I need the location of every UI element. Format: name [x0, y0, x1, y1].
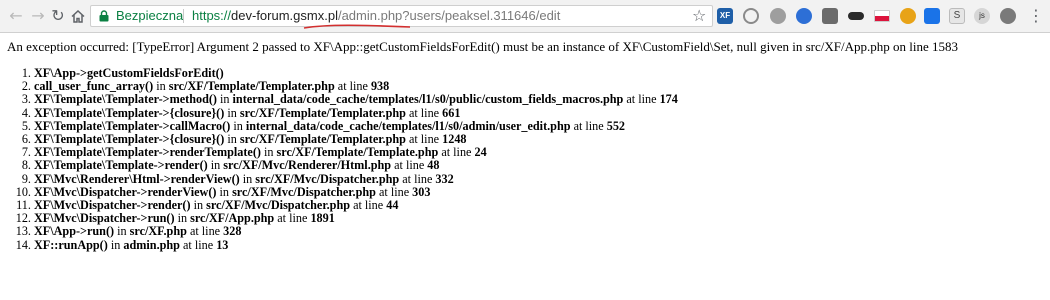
- trace-at-line-label: at line: [179, 237, 217, 252]
- wordpress-extension-icon[interactable]: [743, 8, 759, 24]
- trace-call: XF\Template\Templater->{closure}(): [34, 132, 225, 147]
- trace-at-line-label: at line: [623, 92, 660, 107]
- red-underline-annotation: [303, 24, 411, 29]
- bird-extension-icon[interactable]: [796, 8, 812, 24]
- trace-file: src/XF/Template/Templater.php: [239, 132, 406, 147]
- trace-in-label: in: [207, 158, 224, 173]
- trace-line-number: 938: [370, 79, 390, 94]
- trace-line-number: 1891: [310, 211, 335, 226]
- trace-at-line-label: at line: [334, 79, 371, 94]
- trace-line-number: 328: [223, 224, 242, 239]
- trace-file: src/XF.php: [129, 224, 187, 239]
- forward-icon[interactable]: →: [28, 6, 48, 26]
- trace-file: src/XF/App.php: [190, 211, 275, 226]
- window-extension-icon[interactable]: [924, 8, 940, 24]
- trace-call: XF\Mvc\Dispatcher->render(): [34, 198, 191, 213]
- trace-file: internal_data/code_cache/templates/l1/s0…: [232, 92, 624, 107]
- trace-call: XF\Mvc\Dispatcher->run(): [34, 211, 175, 226]
- trace-in-label: in: [216, 184, 233, 199]
- gear-extension-icon[interactable]: [900, 8, 916, 24]
- poland-flag-icon[interactable]: [874, 10, 890, 22]
- trace-file: src/XF/Mvc/Renderer/Html.php: [223, 158, 392, 173]
- trace-file: src/XF/Template/Templater.php: [168, 79, 335, 94]
- trace-at-line-label: at line: [570, 118, 607, 133]
- reload-icon[interactable]: ↻: [48, 6, 68, 26]
- trace-in-label: in: [239, 171, 256, 186]
- trace-file: admin.php: [123, 237, 180, 252]
- trace-in-label: in: [107, 237, 124, 252]
- js-extension-icon[interactable]: js: [974, 8, 990, 24]
- url-path: /admin.php?users/peaksel.311646/edit: [337, 8, 561, 23]
- trace-line-number: 44: [386, 198, 399, 213]
- trace-file: src/XF/Mvc/Dispatcher.php: [255, 171, 400, 186]
- url-protocol: https://: [192, 8, 232, 23]
- trace-at-line-label: at line: [405, 105, 443, 120]
- trace-line-number: 174: [659, 92, 678, 107]
- puzzle-extension-icon[interactable]: [822, 8, 838, 24]
- trace-call: XF\App->getCustomFieldsForEdit(): [34, 66, 224, 80]
- trace-in-label: in: [216, 92, 233, 107]
- trace-call: XF\Template\Template->render(): [34, 158, 208, 173]
- s-extension-icon[interactable]: S: [949, 8, 965, 24]
- trace-line-number: 552: [606, 118, 626, 133]
- lock-icon[interactable]: [99, 10, 109, 22]
- trace-in-label: in: [174, 211, 191, 226]
- back-icon[interactable]: ←: [6, 6, 26, 26]
- trace-in-label: in: [190, 198, 207, 213]
- trace-in-label: in: [114, 224, 130, 239]
- trace-at-line-label: at line: [186, 224, 224, 239]
- url-host: dev-forum.gsmx.pl: [231, 8, 338, 23]
- security-label[interactable]: Bezpieczna: [116, 6, 183, 26]
- trace-line-number: 48: [427, 158, 440, 173]
- trace-in-label: in: [230, 118, 246, 133]
- trace-call: XF\App->run(): [34, 224, 115, 239]
- home-icon[interactable]: [68, 6, 88, 26]
- xenforo-extension-icon[interactable]: XF: [717, 8, 733, 24]
- omnibox-separator: [183, 9, 184, 23]
- trace-at-line-label: at line: [391, 158, 428, 173]
- trace-line-number: 13: [216, 237, 229, 252]
- trace-at-line-label: at line: [405, 132, 443, 147]
- trace-file: src/XF/Mvc/Dispatcher.php: [206, 198, 351, 213]
- trace-call: XF\Template\Templater->method(): [34, 92, 217, 107]
- trace-in-label: in: [224, 105, 240, 120]
- trace-in-label: in: [260, 145, 277, 160]
- star-icon[interactable]: ☆: [692, 6, 706, 26]
- trace-call: call_user_func_array(): [34, 79, 154, 94]
- trace-file: src/XF/Template/Template.php: [276, 145, 439, 160]
- trace-at-line-label: at line: [375, 184, 413, 199]
- trace-call: XF\Mvc\Renderer\Html->renderView(): [34, 171, 240, 186]
- trace-at-line-label: at line: [438, 145, 475, 160]
- trace-call: XF::runApp(): [34, 237, 108, 252]
- trace-line-number: 332: [435, 171, 454, 186]
- trace-in-label: in: [153, 79, 169, 94]
- error-message: An exception occurred: [TypeError] Argum…: [7, 39, 958, 54]
- glasses-extension-icon[interactable]: [848, 12, 864, 20]
- trace-file: internal_data/code_cache/templates/l1/s0…: [245, 118, 571, 133]
- trace-line-number: 661: [442, 105, 461, 120]
- menu-icon[interactable]: ⋮: [1026, 6, 1046, 26]
- trace-call: XF\Template\Templater->renderTemplate(): [34, 145, 261, 160]
- page-content: An exception occurred: [TypeError] Argum…: [7, 38, 1047, 252]
- browser-toolbar: ← → ↻ Bezpieczna https://dev-forum.gsmx.…: [0, 0, 1050, 33]
- trace-call: XF\Template\Templater->callMacro(): [34, 118, 231, 133]
- trace-line-number: 1248: [442, 132, 467, 147]
- trace-file: src/XF/Mvc/Dispatcher.php: [232, 184, 376, 199]
- trace-call: XF\Mvc\Dispatcher->renderView(): [34, 184, 217, 199]
- stack-trace: XF\App->getCustomFieldsForEdit()call_use…: [7, 66, 1047, 252]
- camera-extension-icon[interactable]: [770, 8, 786, 24]
- trace-at-line-label: at line: [350, 198, 387, 213]
- address-bar[interactable]: Bezpieczna https://dev-forum.gsmx.pl/adm…: [90, 5, 713, 29]
- trace-line-number: 303: [412, 184, 431, 199]
- trace-item: XF::runApp() in admin.php at line 13: [34, 237, 1047, 252]
- trace-at-line-label: at line: [274, 211, 311, 226]
- trace-at-line-label: at line: [399, 171, 436, 186]
- shield-extension-icon[interactable]: [1000, 8, 1016, 24]
- trace-line-number: 24: [474, 145, 487, 160]
- trace-in-label: in: [224, 132, 240, 147]
- trace-file: src/XF/Template/Templater.php: [239, 105, 406, 120]
- trace-call: XF\Template\Templater->{closure}(): [34, 105, 225, 120]
